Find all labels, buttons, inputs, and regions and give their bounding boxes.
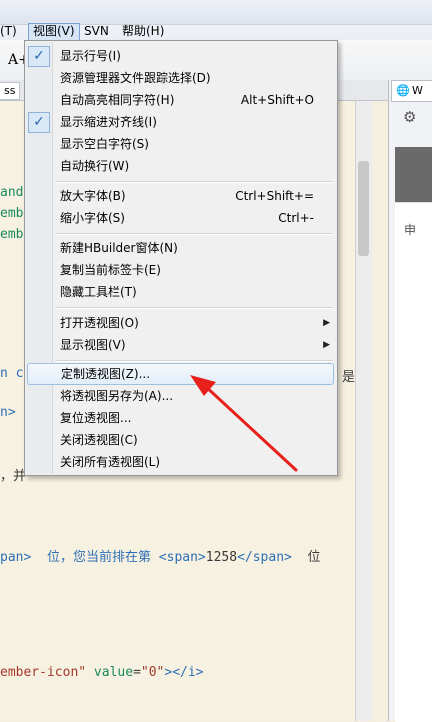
menu-item-label: 自动高亮相同字符(H) <box>60 93 175 107</box>
menu-item-word-wrap[interactable]: 自动换行(W) <box>26 155 336 177</box>
checkmark-icon: ✓ <box>28 46 50 67</box>
menu-item-label: 复位透视图... <box>60 411 132 425</box>
menu-separator <box>55 233 333 235</box>
menu-svn[interactable]: SVN <box>80 23 113 40</box>
code-fragment: ember-icon" <box>0 665 94 680</box>
menu-item-track-selection[interactable]: 资源管理器文件跟踪选择(D) <box>26 67 336 89</box>
menu-item-label: 关闭所有透视图(L) <box>60 455 161 469</box>
menu-item-zoom-out[interactable]: 缩小字体(S) Ctrl+- <box>26 207 336 229</box>
menu-help[interactable]: 帮助(H) <box>118 23 168 40</box>
globe-icon: 🌐 <box>396 84 410 97</box>
code-fragment: ，并 <box>0 469 27 484</box>
menu-item-label: 缩小字体(S) <box>60 211 125 225</box>
menu-item-close-all-perspectives[interactable]: 关闭所有透视图(L) <box>26 451 336 473</box>
menu-item-close-perspective[interactable]: 关闭透视图(C) <box>26 429 336 451</box>
code-fragment: = <box>133 665 141 680</box>
code-string: "0" <box>140 665 165 680</box>
menu-item-label: 复制当前标签卡(E) <box>60 263 161 277</box>
menu-item-show-whitespace[interactable]: 显示空白字符(S) <box>26 133 336 155</box>
menu-item-label: 显示空白字符(S) <box>60 137 149 151</box>
menu-item-indent-guides[interactable]: ✓ 显示缩进对齐线(I) <box>26 111 336 133</box>
menu-item-new-window[interactable]: 新建HBuilder窗体(N) <box>26 237 336 259</box>
menu-item-zoom-in[interactable]: 放大字体(B) Ctrl+Shift+= <box>26 185 336 207</box>
menu-item-highlight-same[interactable]: 自动高亮相同字符(H) Alt+Shift+O <box>26 89 336 111</box>
editor-tab[interactable]: ss <box>0 82 21 100</box>
menu-item-label: 放大字体(B) <box>60 189 126 203</box>
code-tag: ></i> <box>164 665 204 680</box>
code-overflow-text: 是 <box>342 366 355 385</box>
menu-separator <box>55 360 333 362</box>
submenu-arrow-icon: ▶ <box>323 318 330 328</box>
menu-item-hide-toolbar[interactable]: 隐藏工具栏(T) <box>26 281 336 303</box>
menu-item-duplicate-tab[interactable]: 复制当前标签卡(E) <box>26 259 336 281</box>
code-fragment: pan> 位，您当前排在第 <box>0 550 159 565</box>
menu-item-label: 隐藏工具栏(T) <box>60 285 137 299</box>
submenu-arrow-icon: ▶ <box>323 340 330 350</box>
code-line: n> <box>0 405 16 420</box>
code-line: and <box>0 185 23 200</box>
code-tag: </span> <box>237 550 292 565</box>
menu-item-show-view[interactable]: 显示视图(V) ▶ <box>26 334 336 356</box>
editor-scrollbar[interactable] <box>355 101 372 721</box>
code-fragment: n> <box>0 405 16 420</box>
menu-item-label: 资源管理器文件跟踪选择(D) <box>60 71 211 85</box>
panel-text: 申 <box>404 223 417 237</box>
code-fragment: 位 <box>291 550 321 565</box>
view-menu-dropdown: ✓ 显示行号(I) 资源管理器文件跟踪选择(D) 自动高亮相同字符(H) Alt… <box>24 40 338 476</box>
code-line: ，并 <box>0 465 26 484</box>
menu-item-reset-perspective[interactable]: 复位透视图... <box>26 407 336 429</box>
scrollbar-thumb[interactable] <box>358 161 369 256</box>
menu-item-open-perspective[interactable]: 打开透视图(O) ▶ <box>26 312 336 334</box>
menu-item-label: 新建HBuilder窗体(N) <box>60 241 178 255</box>
gear-icon[interactable]: ⚙ <box>403 108 416 126</box>
menu-item-customize-perspective[interactable]: 定制透视图(Z)... <box>27 363 334 385</box>
code-tag: <span> <box>158 550 206 565</box>
code-fragment: emb <box>0 206 24 221</box>
code-line: n c <box>0 366 23 381</box>
menu-item-label: 显示缩进对齐线(I) <box>60 115 157 129</box>
code-attr: value <box>93 665 134 680</box>
code-line: emb <box>0 206 23 221</box>
code-line: emb <box>0 227 23 242</box>
menu-item-label: 自动换行(W) <box>60 159 130 173</box>
menu-item-label: 打开透视图(O) <box>60 316 139 330</box>
code-line: ember-icon" value="0"></i> <box>0 665 204 680</box>
menu-item-label: 显示行号(I) <box>60 49 121 63</box>
menu-item-show-line-numbers[interactable]: ✓ 显示行号(I) <box>26 45 336 67</box>
menubar: (T) 视图(V) SVN 帮助(H) <box>0 0 432 42</box>
title-strip <box>0 0 432 25</box>
menu-item-shortcut: Alt+Shift+O <box>240 93 314 107</box>
menu-item-save-perspective-as[interactable]: 将透视图另存为(A)... <box>26 385 336 407</box>
menu-item-label: 定制透视图(Z)... <box>61 367 151 381</box>
right-panel: 🌐 W ⚙ 申 <box>388 80 432 722</box>
panel-header-image <box>395 147 432 202</box>
menu-item-shortcut: Ctrl+Shift+= <box>235 189 314 203</box>
code-fragment: n c <box>0 366 24 381</box>
code-fragment: 是 <box>342 370 356 385</box>
code-fragment: emb <box>0 227 24 242</box>
panel-content: 申 <box>395 202 432 722</box>
menu-item-shortcut: Ctrl+- <box>278 211 314 225</box>
menu-item-label: 显示视图(V) <box>60 338 126 352</box>
menu-tools[interactable]: (T) <box>0 23 21 40</box>
checkmark-icon: ✓ <box>28 112 50 133</box>
web-browser-tab[interactable]: 🌐 W <box>391 80 432 102</box>
menu-separator <box>55 307 333 309</box>
code-line: pan> 位，您当前排在第 <span>1258</span> 位 <box>0 546 321 565</box>
menu-separator <box>55 181 333 183</box>
web-tab-label: W <box>412 84 423 97</box>
menu-item-label: 关闭透视图(C) <box>60 433 138 447</box>
menu-item-label: 将透视图另存为(A)... <box>60 389 174 403</box>
code-number: 1258 <box>205 550 238 565</box>
code-fragment: and <box>0 185 24 200</box>
